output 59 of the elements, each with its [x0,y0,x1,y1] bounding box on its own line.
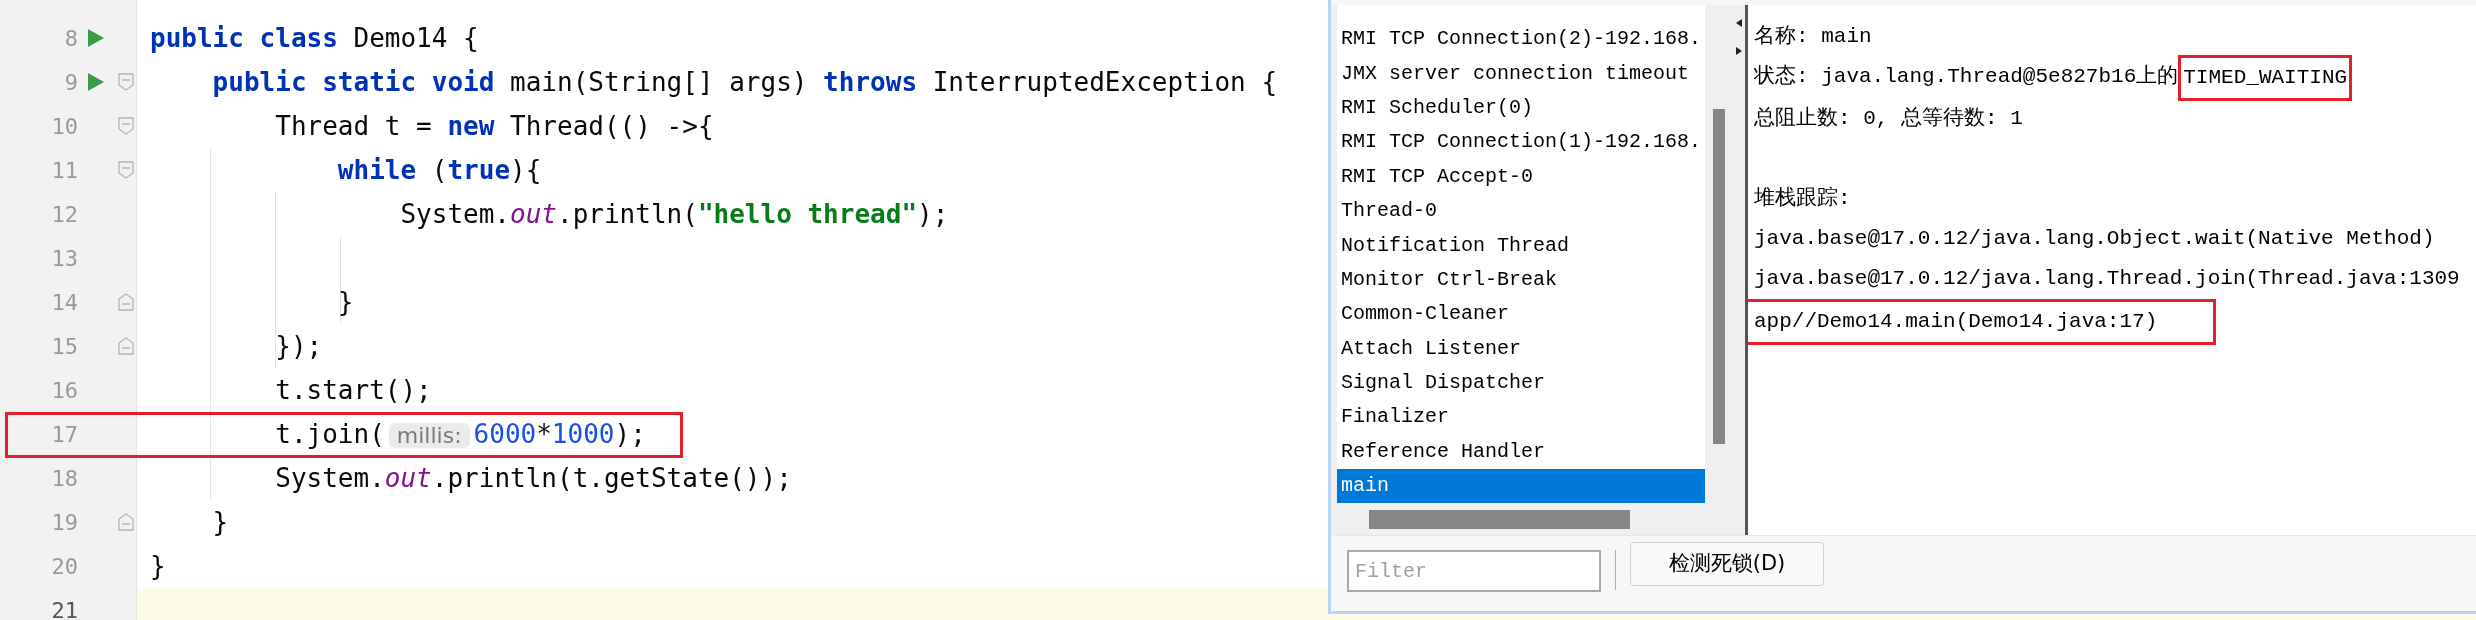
detail-text: java.base@17.0.12/java.lang.Object.wait(Native Method) [1754,226,2435,252]
code-line: }); [274,333,323,359]
detect-deadlock-button[interactable]: 检测死锁(D) [1630,542,1824,586]
code-line: System.out.println(t.getState()); [274,465,792,491]
line-number: 17 [50,420,78,449]
run-icon[interactable] [87,28,105,48]
detail-text: 名称: main [1754,24,1873,50]
code-line: t.join( millis: 6000*1000); [274,421,646,447]
highlight-frame: TIMED_WAITING [2178,55,2353,101]
thread-item[interactable]: RMI Scheduler(0) [1337,90,1705,126]
line-number: 9 [63,68,78,97]
thread-item[interactable]: Monitor Ctrl-Break [1337,262,1705,298]
thread-item[interactable]: Common-Cleaner [1337,297,1705,332]
detail-text: 状态: java.lang.Thread@5e827b16上的 [1754,63,2179,90]
detail-text: 总阻止数: 0, 总等待数: 1 [1754,105,2024,132]
code-line: while (true){ [336,157,542,183]
thread-item[interactable]: Thread-0 [1337,193,1705,229]
code-line: } [150,553,166,579]
fold-icon[interactable] [117,117,134,135]
line-number: 14 [50,288,78,317]
line-number: 16 [50,376,78,405]
highlight-frame: app//Demo14.main(Demo14.java:17) [1748,299,2217,345]
fold-icon[interactable] [117,293,134,311]
line-number: 18 [50,464,78,493]
detail-text: 堆栈跟踪: [1754,185,1852,212]
line-number: 13 [50,244,78,273]
line-number: 21 [50,596,78,620]
run-icon[interactable] [87,72,105,92]
line-number: 19 [50,508,78,537]
thread-item[interactable]: main [1337,469,1705,504]
code-line: public class Demo14 { [150,25,479,51]
line-number: 11 [50,156,78,185]
split-arrows-icon[interactable] [1735,19,1743,55]
fold-icon[interactable] [117,73,134,91]
line-number: 8 [63,24,78,53]
detail-text: java.base@17.0.12/java.lang.Thread.join(Thread.java:1309 [1754,266,2460,292]
line-number: 10 [50,112,78,141]
thread-item[interactable]: RMI TCP Connection(2)-192.168. [1337,22,1705,57]
filter-field[interactable]: Filter [1347,550,1601,592]
fold-icon[interactable] [117,337,134,355]
thread-item[interactable]: Reference Handler [1337,434,1705,470]
line-number: 15 [50,332,78,361]
code-line: } [211,509,229,535]
thread-item[interactable]: JMX server connection timeout [1337,56,1705,91]
fold-icon[interactable] [117,513,134,531]
thread-item[interactable]: RMI TCP Connection(1)-192.168. [1337,125,1705,160]
code-line: } [336,289,354,315]
thread-item[interactable]: Attach Listener [1337,331,1705,366]
thread-item[interactable]: Finalizer [1337,400,1705,435]
fold-icon[interactable] [117,161,134,179]
code-line: Thread t = new Thread(() ->{ [274,113,714,139]
code-line: t.start(); [274,377,432,403]
line-number: 12 [50,200,78,229]
line-number: 20 [50,552,78,581]
code-line: System.out.println("hello thread"); [399,201,949,227]
thread-item[interactable]: RMI TCP Accept-0 [1337,159,1705,194]
thread-item[interactable]: Notification Thread [1337,228,1705,263]
thread-item[interactable]: Signal Dispatcher [1337,365,1705,401]
code-line: public static void main(String[] args) throws InterruptedException { [211,69,1278,95]
